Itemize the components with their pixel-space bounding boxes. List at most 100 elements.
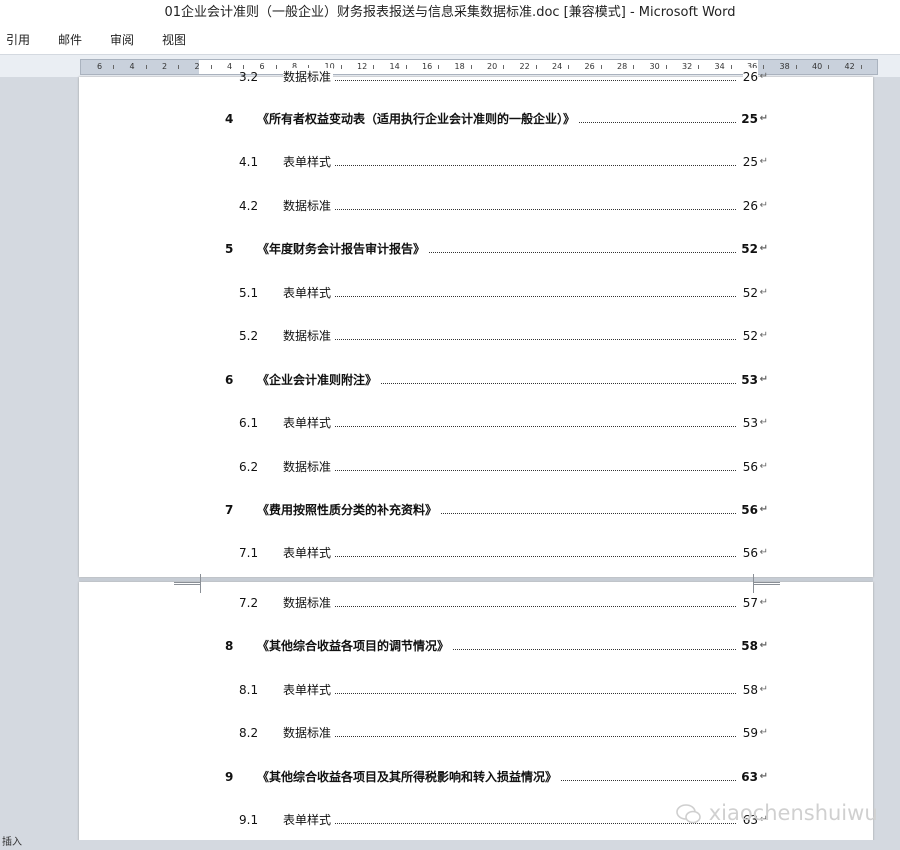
toc-page-number: 52 [741, 240, 758, 258]
toc-number: 8.1 [239, 683, 259, 697]
paragraph-mark-icon: ↵ [759, 243, 768, 254]
toc-page-number: 25 [741, 110, 758, 128]
insert-mode-indicator[interactable]: 插入 [2, 838, 22, 848]
toc-leader-dots [335, 426, 736, 427]
toc-section-entry[interactable]: 7.1 表单样式 56 ↵ [225, 544, 768, 562]
paragraph-mark-icon: ↵ [759, 156, 768, 167]
paragraph-mark-icon: ↵ [759, 640, 768, 651]
toc-number: 7 [225, 503, 234, 517]
toc-title: 表单样式 [283, 414, 334, 432]
toc-page-number: 56 [742, 458, 758, 476]
paragraph-mark-icon: ↵ [759, 374, 768, 385]
status-bar: 插入 [0, 838, 900, 850]
toc-number: 7.2 [239, 596, 259, 610]
paragraph-mark-icon: ↵ [759, 330, 768, 341]
toc-title: 数据标准 [283, 197, 334, 215]
ruler-tick [210, 65, 212, 69]
toc-title: 《企业会计准则附注》 [257, 371, 380, 389]
toc-leader-dots [335, 296, 736, 297]
toc-number: 8 [225, 639, 234, 653]
toc-page-number: 53 [742, 414, 758, 432]
ruler-number: 38 [779, 62, 790, 71]
menu-item-references[interactable]: 引用 [6, 26, 30, 54]
toc-section-entry[interactable]: 5.2 数据标准 52 ↵ [225, 327, 768, 345]
toc-chapter-entry[interactable]: 5 《年度财务会计报告审计报告》 52 ↵ [225, 240, 768, 258]
toc-leader-dots [441, 513, 736, 514]
ruler-number: 42 [844, 62, 855, 71]
toc-section-entry[interactable]: 4.2 数据标准 26 ↵ [225, 197, 768, 215]
toc-chapter-entry[interactable]: 6 《企业会计准则附注》 53 ↵ [225, 371, 768, 389]
ruler-number: 40 [812, 62, 823, 71]
toc-page-number: 52 [742, 284, 758, 302]
toc-section-entry[interactable]: 6.1 表单样式 53 ↵ [225, 414, 768, 432]
toc-section-entry[interactable]: 8.1 表单样式 58 ↵ [225, 681, 768, 699]
toc-page-number: 56 [742, 544, 758, 562]
toc-page-number: 52 [742, 327, 758, 345]
toc-number: 6.1 [239, 416, 259, 430]
paragraph-mark-icon: ↵ [759, 71, 768, 82]
margin-corner-mark [753, 582, 780, 593]
watermark-text: xiaochenshuiwu [708, 801, 878, 825]
toc-section-entry[interactable]: 3.2 数据标准 26 ↵ [225, 68, 768, 86]
toc-leader-dots [335, 470, 736, 471]
toc-number: 4.2 [239, 199, 259, 213]
toc-title: 数据标准 [283, 724, 334, 742]
toc-number: 9.1 [239, 813, 259, 827]
toc-leader-dots [335, 606, 736, 607]
paragraph-mark-icon: ↵ [759, 597, 768, 608]
ruler-number: 2 [162, 62, 168, 71]
toc-leader-dots [335, 556, 736, 557]
toc-page-number: 59 [742, 724, 758, 742]
toc-chapter-entry[interactable]: 7 《费用按照性质分类的补充资料》 56 ↵ [225, 501, 768, 519]
ruler-tick [178, 65, 179, 69]
toc-leader-dots [335, 693, 736, 694]
toc-section-entry[interactable]: 8.2 数据标准 59 ↵ [225, 724, 768, 742]
ruler-number: 4 [129, 62, 135, 71]
paragraph-mark-icon: ↵ [759, 113, 768, 124]
toc-page-number: 58 [742, 681, 758, 699]
toc-chapter-entry[interactable]: 8 《其他综合收益各项目的调节情况》 58 ↵ [225, 637, 768, 655]
toc-chapter-entry[interactable]: 9 《其他综合收益各项目及其所得税影响和转入损益情况》 63 ↵ [225, 768, 768, 786]
paragraph-mark-icon: ↵ [759, 287, 768, 298]
toc-section-entry[interactable]: 7.2 数据标准 57 ↵ [225, 594, 768, 612]
toc-section-entry[interactable]: 5.1 表单样式 52 ↵ [225, 284, 768, 302]
toc-title: 表单样式 [283, 153, 334, 171]
toc-section-entry[interactable]: 4.1 表单样式 25 ↵ [225, 153, 768, 171]
toc-chapter-entry[interactable]: 4 《所有者权益变动表（适用执行企业会计准则的一般企业）》 25 ↵ [225, 110, 768, 128]
ruler-tick [795, 65, 797, 69]
toc-section-entry[interactable]: 6.2 数据标准 56 ↵ [225, 458, 768, 476]
toc-number: 5.2 [239, 329, 259, 343]
toc-number: 5 [225, 242, 234, 256]
ruler-tick [113, 65, 114, 69]
window-title: 01企业会计准则（一般企业）财务报表报送与信息采集数据标准.doc [兼容模式]… [0, 0, 900, 26]
toc-number: 4.1 [239, 155, 259, 169]
toc-title: 《其他综合收益各项目及其所得税影响和转入损益情况》 [257, 768, 560, 786]
toc-leader-dots [335, 80, 736, 81]
toc-title: 数据标准 [283, 458, 334, 476]
menu-item-review[interactable]: 审阅 [110, 26, 134, 54]
ruler-number: 2 [194, 62, 200, 71]
toc-title: 数据标准 [283, 68, 334, 86]
toc-number: 5.1 [239, 286, 259, 300]
watermark: xiaochenshuiwu [676, 800, 878, 826]
toc-leader-dots [429, 252, 736, 253]
paragraph-mark-icon: ↵ [759, 417, 768, 428]
toc-page-number: 25 [742, 153, 758, 171]
paragraph-mark-icon: ↵ [759, 684, 768, 695]
toc-number: 9 [225, 770, 234, 784]
menu-item-mailings[interactable]: 邮件 [58, 26, 82, 54]
paragraph-mark-icon: ↵ [759, 461, 768, 472]
toc-leader-dots [579, 122, 736, 123]
toc-leader-dots [335, 339, 736, 340]
toc-number: 4 [225, 112, 234, 126]
menu-item-view[interactable]: 视图 [162, 26, 186, 54]
toc-number: 7.1 [239, 546, 259, 560]
toc-title: 数据标准 [283, 594, 334, 612]
toc-title: 《费用按照性质分类的补充资料》 [257, 501, 440, 519]
toc-leader-dots [453, 649, 736, 650]
ruler-number: 6 [97, 62, 103, 71]
toc-page-number: 57 [742, 594, 758, 612]
toc-title: 表单样式 [283, 811, 334, 829]
toc-page-number: 63 [741, 768, 758, 786]
paragraph-mark-icon: ↵ [759, 771, 768, 782]
